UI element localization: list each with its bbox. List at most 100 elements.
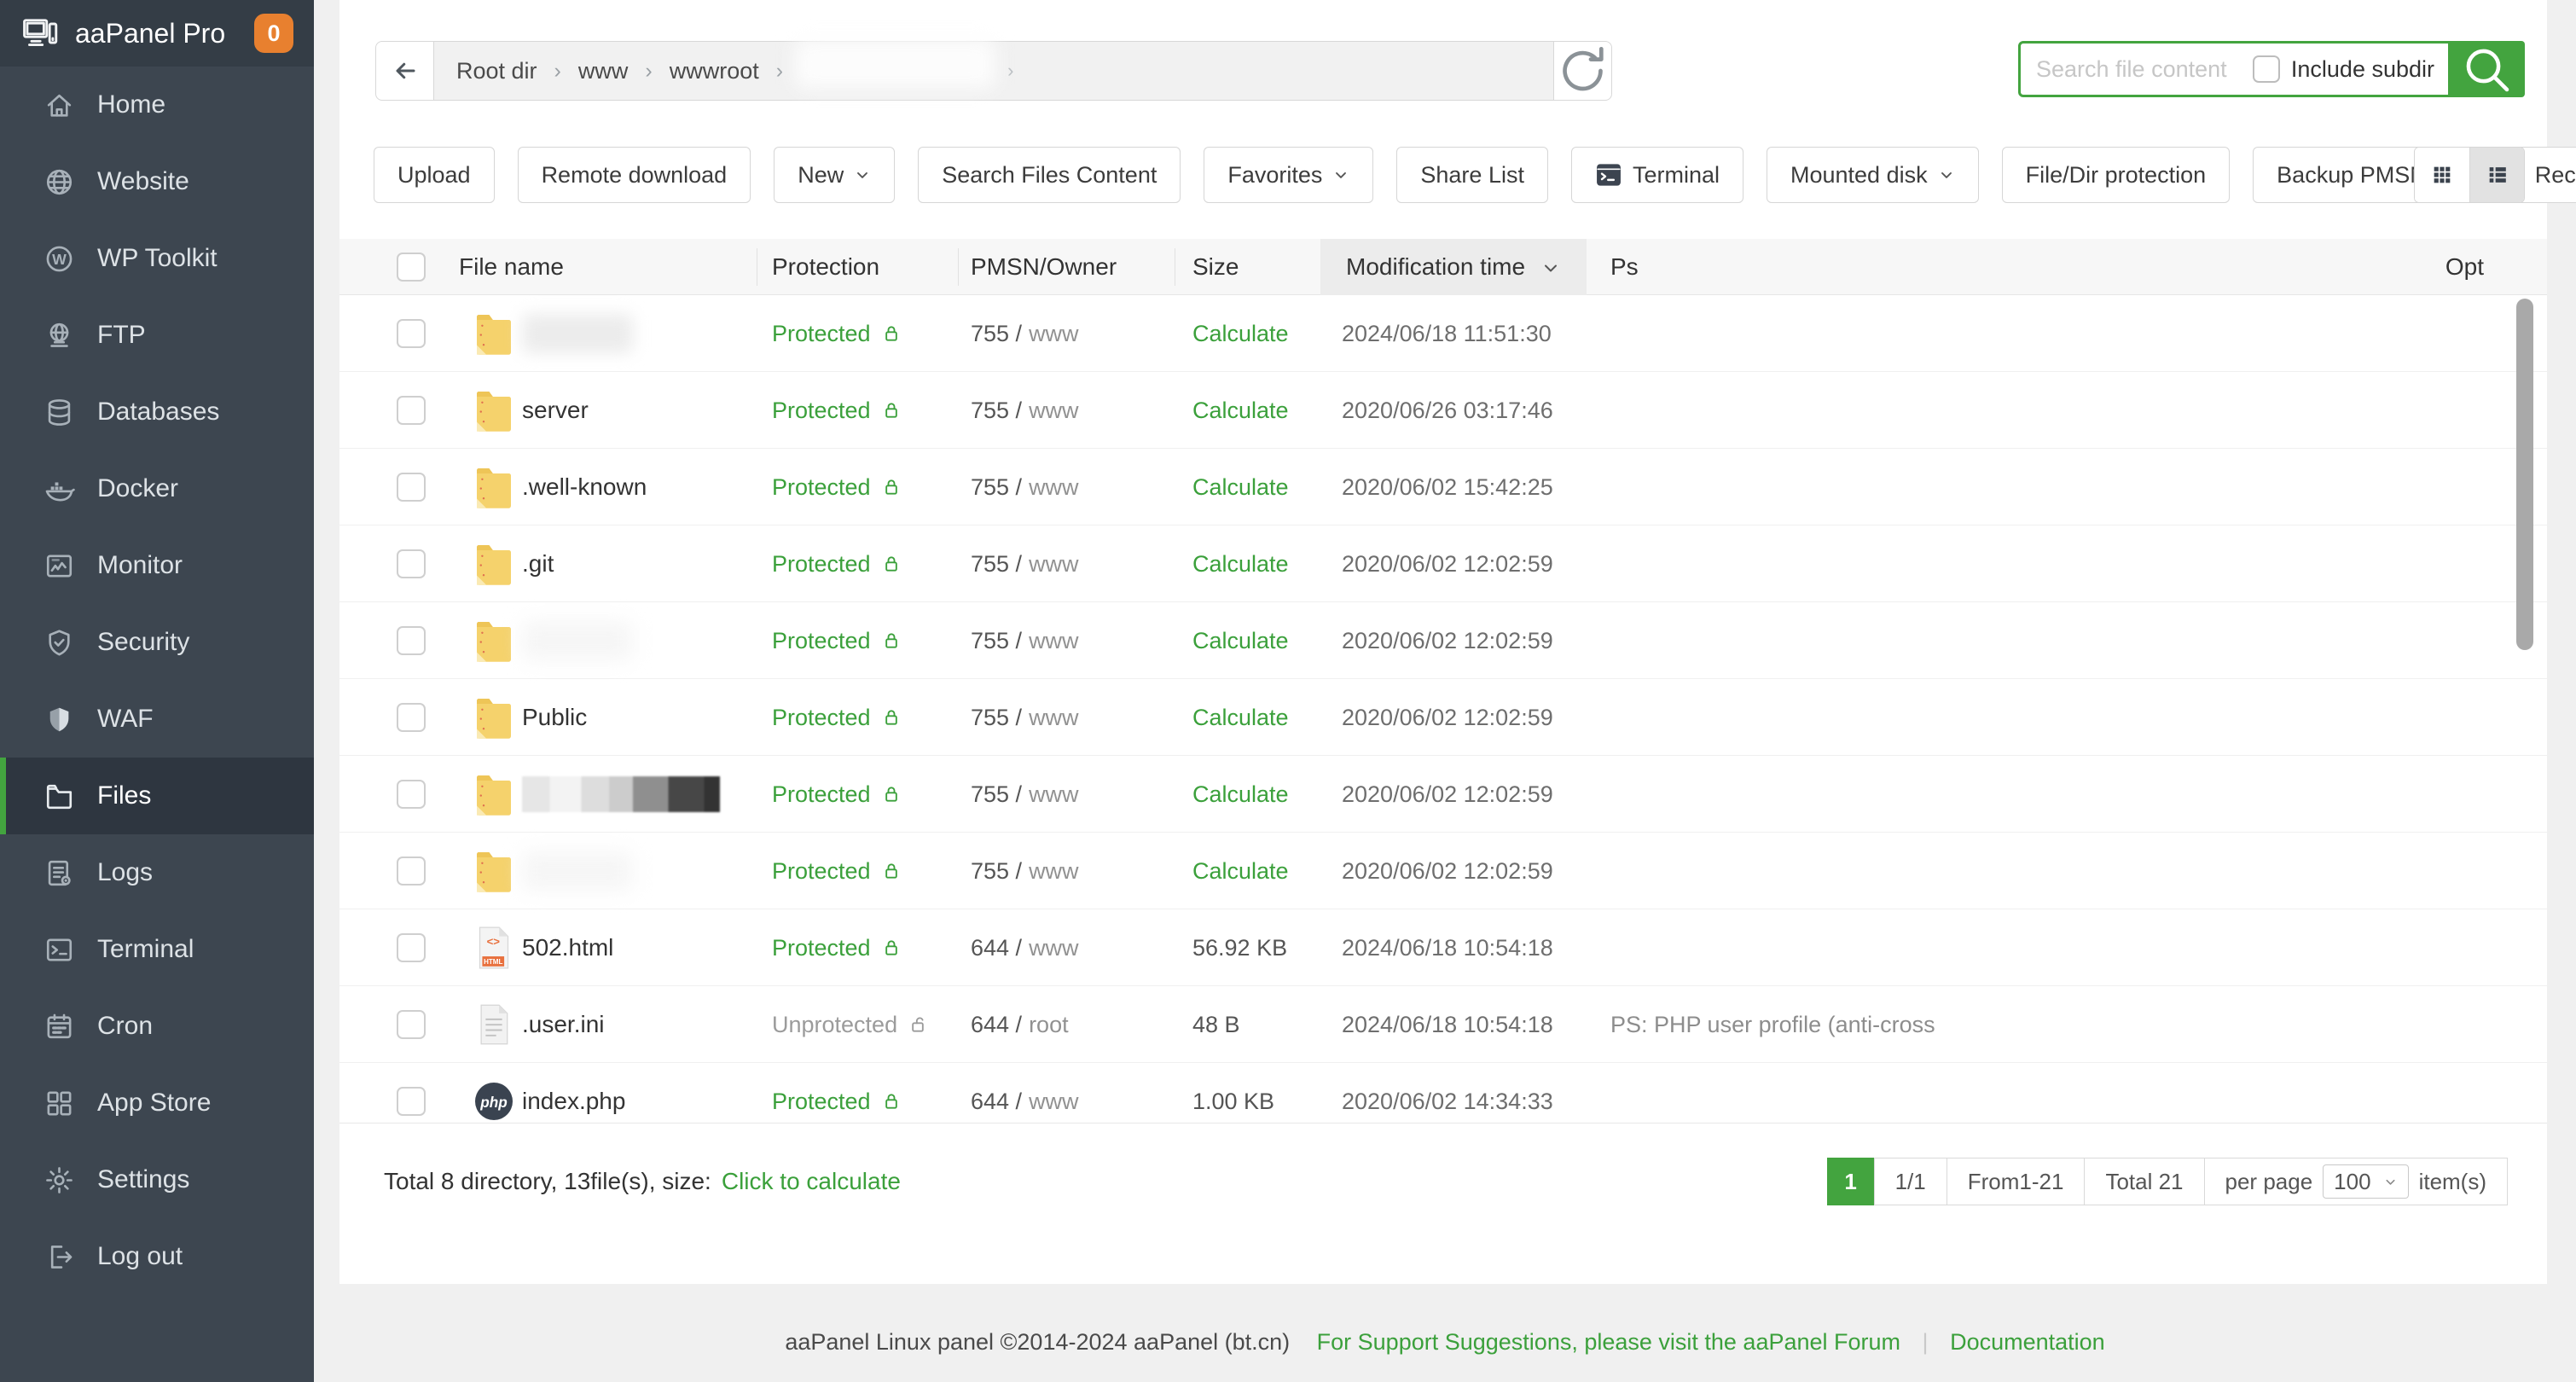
sidebar-item-databases[interactable]: Databases xyxy=(0,374,314,450)
select-all-checkbox[interactable] xyxy=(397,253,426,282)
protection-status[interactable]: Protected xyxy=(772,679,903,756)
folder-icon[interactable] xyxy=(469,449,519,526)
upload-button[interactable]: Upload xyxy=(374,147,495,203)
file-dir-protection-button[interactable]: File/Dir protection xyxy=(2002,147,2231,203)
sidebar-item-waf[interactable]: WAF xyxy=(0,681,314,758)
table-row[interactable]: Protected 755 /www Calculate 2024/06/18 … xyxy=(339,295,2547,372)
php-file-icon[interactable]: php xyxy=(469,1063,519,1124)
include-subdir-checkbox[interactable] xyxy=(2253,55,2280,83)
row-checkbox[interactable] xyxy=(397,396,426,425)
table-row[interactable]: Protected 755 /www Calculate 2020/06/02 … xyxy=(339,833,2547,909)
sidebar-item-settings[interactable]: Settings xyxy=(0,1141,314,1218)
vertical-scrollbar[interactable] xyxy=(2516,299,2533,650)
notification-badge[interactable]: 0 xyxy=(254,14,293,53)
protection-status[interactable]: Protected xyxy=(772,449,903,526)
grid-view-button[interactable] xyxy=(2415,148,2469,202)
page-button-1[interactable]: 1 xyxy=(1827,1158,1875,1205)
row-checkbox[interactable] xyxy=(397,780,426,809)
search-button[interactable] xyxy=(2448,41,2525,97)
folder-icon[interactable] xyxy=(469,756,519,833)
calculate-size-link[interactable]: Calculate xyxy=(1192,602,1289,679)
column-header-pmsn-owner[interactable]: PMSN/Owner xyxy=(971,239,1117,295)
column-header-ps[interactable]: Ps xyxy=(1610,239,1639,295)
folder-icon[interactable] xyxy=(469,833,519,909)
terminal-button[interactable]: Terminal xyxy=(1571,147,1743,203)
back-button[interactable] xyxy=(376,42,434,100)
folder-icon[interactable] xyxy=(469,295,519,372)
documentation-link[interactable]: Documentation xyxy=(1950,1329,2105,1355)
protection-status[interactable]: Protected xyxy=(772,602,903,679)
file-name[interactable] xyxy=(522,833,633,909)
sidebar-item-home[interactable]: Home xyxy=(0,67,314,143)
mounted-disk-button[interactable]: Mounted disk xyxy=(1767,147,1979,203)
protection-status[interactable]: Protected xyxy=(772,756,903,833)
table-row[interactable]: Protected 755 /www Calculate 2020/06/02 … xyxy=(339,756,2547,833)
html-file-icon[interactable]: <>HTML xyxy=(469,909,519,986)
new-button[interactable]: New xyxy=(774,147,895,203)
protection-status[interactable]: Protected xyxy=(772,526,903,602)
folder-icon[interactable] xyxy=(469,372,519,449)
ini-file-icon[interactable] xyxy=(469,986,519,1063)
share-list-button[interactable]: Share List xyxy=(1396,147,1548,203)
row-checkbox[interactable] xyxy=(397,856,426,886)
table-row-502-html[interactable]: <>HTML 502.html Protected 644 /www 56.92… xyxy=(339,909,2547,986)
row-checkbox[interactable] xyxy=(397,319,426,348)
forum-link[interactable]: For Support Suggestions, please visit th… xyxy=(1317,1329,1900,1355)
table-row-public[interactable]: Public Protected 755 /www Calculate 2020… xyxy=(339,679,2547,756)
sidebar-item-website[interactable]: Website xyxy=(0,143,314,220)
list-view-button[interactable] xyxy=(2469,148,2524,202)
remote-download-button[interactable]: Remote download xyxy=(518,147,751,203)
table-row-server[interactable]: server Protected 755 /www Calculate 2020… xyxy=(339,372,2547,449)
calculate-size-link[interactable]: Calculate xyxy=(1192,372,1289,449)
breadcrumb-segment-www[interactable]: www xyxy=(578,58,629,84)
table-row-user-ini[interactable]: .user.ini Unprotected 644 /root 48 B 202… xyxy=(339,986,2547,1063)
calculate-size-link[interactable]: Calculate xyxy=(1192,295,1289,372)
file-name[interactable] xyxy=(522,756,720,833)
row-checkbox[interactable] xyxy=(397,1087,426,1116)
sidebar-item-app-store[interactable]: App Store xyxy=(0,1065,314,1141)
protection-status[interactable]: Protected xyxy=(772,372,903,449)
sidebar-item-monitor[interactable]: Monitor xyxy=(0,527,314,604)
sidebar-item-files[interactable]: Files xyxy=(0,758,314,834)
file-name[interactable]: index.php xyxy=(522,1063,625,1124)
search-input[interactable] xyxy=(2021,56,2253,83)
row-checkbox[interactable] xyxy=(397,1010,426,1039)
protection-status[interactable]: Unprotected xyxy=(772,986,930,1063)
row-checkbox[interactable] xyxy=(397,473,426,502)
table-row-well-known[interactable]: .well-known Protected 755 /www Calculate… xyxy=(339,449,2547,526)
sidebar-item-logs[interactable]: Logs xyxy=(0,834,314,911)
column-header-size[interactable]: Size xyxy=(1192,239,1239,295)
file-name[interactable] xyxy=(522,602,633,679)
row-checkbox[interactable] xyxy=(397,933,426,962)
file-name[interactable] xyxy=(522,295,633,372)
file-name[interactable]: .git xyxy=(522,526,554,602)
calculate-size-link[interactable]: Calculate xyxy=(1192,833,1289,909)
calculate-size-link[interactable]: Calculate xyxy=(1192,526,1289,602)
file-name[interactable]: .user.ini xyxy=(522,986,605,1063)
calculate-size-link[interactable]: Calculate xyxy=(1192,449,1289,526)
refresh-button[interactable] xyxy=(1553,42,1611,100)
file-name[interactable]: Public xyxy=(522,679,587,756)
sidebar-item-docker[interactable]: Docker xyxy=(0,450,314,527)
per-page-select[interactable]: 100 xyxy=(2323,1164,2408,1199)
row-checkbox[interactable] xyxy=(397,703,426,732)
table-row[interactable]: Protected 755 /www Calculate 2020/06/02 … xyxy=(339,602,2547,679)
protection-status[interactable]: Protected xyxy=(772,295,903,372)
breadcrumb-segment-root-dir[interactable]: Root dir xyxy=(456,58,537,84)
sidebar-item-terminal[interactable]: Terminal xyxy=(0,911,314,988)
sidebar-item-wp-toolkit[interactable]: W WP Toolkit xyxy=(0,220,314,297)
calculate-size-link[interactable]: Calculate xyxy=(1192,679,1289,756)
calculate-size-link[interactable]: Click to calculate xyxy=(722,1168,901,1195)
column-header-file-name[interactable]: File name xyxy=(459,239,564,295)
sidebar-item-cron[interactable]: Cron xyxy=(0,988,314,1065)
protection-status[interactable]: Protected xyxy=(772,1063,903,1124)
column-header-modification-time[interactable]: Modification time xyxy=(1346,239,1525,295)
calculate-size-link[interactable]: Calculate xyxy=(1192,756,1289,833)
table-row-git[interactable]: .git Protected 755 /www Calculate 2020/0… xyxy=(339,526,2547,602)
file-name[interactable]: .well-known xyxy=(522,449,647,526)
file-name[interactable]: 502.html xyxy=(522,909,613,986)
folder-icon[interactable] xyxy=(469,526,519,602)
breadcrumb-segment-wwwroot[interactable]: wwwroot xyxy=(670,58,759,84)
folder-icon[interactable] xyxy=(469,679,519,756)
sidebar-item-log-out[interactable]: Log out xyxy=(0,1218,314,1295)
